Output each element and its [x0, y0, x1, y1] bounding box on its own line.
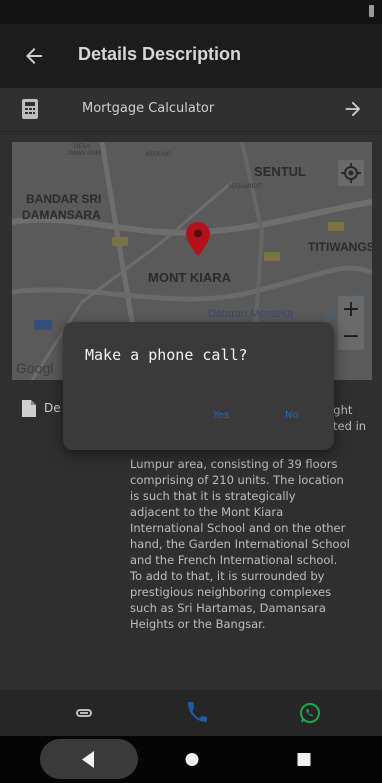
description-line: hand, the Garden International School — [130, 537, 350, 551]
map-label-mont-kiara: MONT KIARA — [148, 270, 232, 285]
my-location-button[interactable] — [338, 160, 364, 186]
dialog-yes-button[interactable]: Yes — [213, 410, 229, 421]
app-bar: Details Description — [0, 24, 382, 88]
mortgage-calculator-label: Mortgage Calculator — [82, 101, 215, 116]
map-label-sentul: SENTUL — [254, 164, 306, 179]
page-title: Details Description — [78, 44, 242, 64]
battery-icon — [369, 5, 374, 17]
nav-home-icon[interactable] — [184, 736, 200, 783]
description-line: prestigious neighboring complexes — [130, 585, 332, 599]
link-icon[interactable] — [72, 702, 96, 724]
map-label-titiwangsa: TITIWANGS — [308, 240, 372, 254]
description-line: is such that it is strategically — [130, 489, 296, 503]
description-line: and the French International school. — [130, 553, 338, 567]
my-location-icon — [341, 163, 361, 183]
map-pin-icon[interactable] — [186, 222, 210, 256]
nav-recents-icon[interactable] — [296, 736, 312, 783]
description-label: De — [44, 401, 61, 415]
contact-actions-bar — [0, 690, 382, 736]
description-line: International School and on the other — [130, 521, 346, 535]
description-line: comprising of 210 units. The location — [130, 473, 344, 487]
map-label-awan-puri: AWAN PURI — [68, 151, 102, 157]
description-line: adjacent to the Mont Kiara — [130, 505, 284, 519]
nav-back-icon[interactable] — [78, 736, 98, 783]
status-bar — [0, 0, 382, 24]
zoom-controls: + − — [338, 296, 364, 350]
document-icon — [22, 400, 36, 417]
phone-call-dialog: Make a phone call? Yes No — [63, 322, 334, 450]
system-navigation-bar — [0, 736, 382, 783]
back-arrow-icon[interactable] — [22, 44, 46, 68]
description-line: such as Sri Hartamas, Damansara — [130, 601, 326, 615]
map-label-kepong: KEPONG — [146, 152, 172, 158]
map-label-desa: DESA — [74, 144, 91, 150]
phone-icon[interactable] — [186, 702, 210, 724]
google-attribution: Googl — [16, 360, 54, 376]
map-label-damansara: DAMANSARA — [22, 208, 101, 222]
screen: Details Description Mortgage Calculator — [0, 0, 382, 783]
map-label-bandar-sri: BANDAR SRI — [26, 192, 102, 206]
dialog-no-button[interactable]: No — [285, 410, 299, 421]
arrow-forward-icon[interactable] — [342, 98, 364, 120]
zoom-in-button[interactable]: + — [338, 296, 364, 323]
zoom-out-button[interactable]: − — [338, 323, 364, 350]
mortgage-calculator-row[interactable]: Mortgage Calculator — [0, 88, 382, 132]
calculator-icon — [22, 99, 38, 119]
description-lines: Lumpur area, consisting of 39 floors comp… — [130, 456, 350, 632]
description-line: Heights or the Bangsar. — [130, 617, 266, 631]
dialog-title: Make a phone call? — [85, 346, 248, 364]
map-label-segambut: SEGAMBUT — [228, 184, 262, 190]
description-line: Lumpur area, consisting of 39 floors — [130, 457, 338, 471]
whatsapp-icon[interactable] — [298, 702, 322, 724]
description-line: To add to that, it is surrounded by — [130, 569, 325, 583]
map-label-dataran-merdeka: Dataran Merdeka — [208, 308, 293, 320]
